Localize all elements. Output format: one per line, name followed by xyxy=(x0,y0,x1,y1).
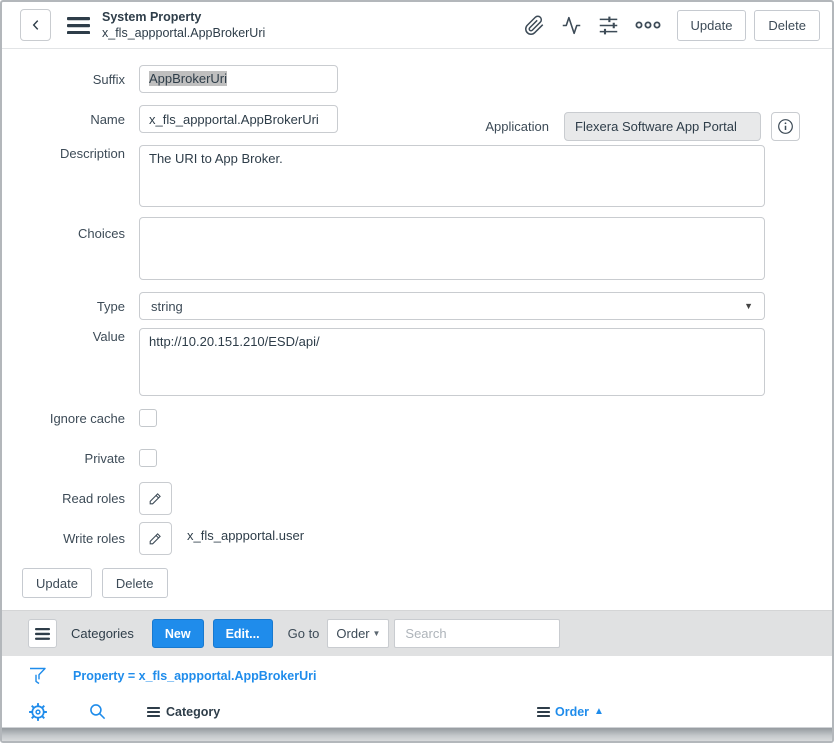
description-label: Description xyxy=(2,145,125,207)
name-input[interactable] xyxy=(139,105,338,133)
application-info-button[interactable] xyxy=(771,112,800,141)
delete-button-header[interactable]: Delete xyxy=(754,10,820,41)
read-roles-edit-button[interactable] xyxy=(139,482,172,515)
write-roles-label: Write roles xyxy=(2,531,125,546)
ignore-cache-label: Ignore cache xyxy=(2,411,125,426)
back-button[interactable] xyxy=(20,9,51,41)
choices-label: Choices xyxy=(2,217,125,280)
suffix-row: Suffix AppBrokerUri xyxy=(2,65,832,93)
category-column-label: Category xyxy=(166,705,220,719)
filter-breadcrumb[interactable]: Property = x_fls_appportal.AppBrokerUri xyxy=(73,669,316,683)
value-row: Value http://10.20.151.210/ESD/api/ xyxy=(2,328,832,396)
write-roles-row: Write roles x_fls_appportal.user xyxy=(2,522,832,555)
description-textarea[interactable]: The URI to App Broker. xyxy=(139,145,765,207)
type-select[interactable]: string ▼ xyxy=(139,292,765,320)
activity-stream-icon[interactable] xyxy=(561,15,582,36)
application-field: Flexera Software App Portal xyxy=(564,112,761,141)
form-header-actions: Update Delete xyxy=(524,10,823,41)
read-roles-row: Read roles xyxy=(2,482,832,515)
private-row: Private xyxy=(2,449,832,467)
page-subtitle: x_fls_appportal.AppBrokerUri xyxy=(102,25,265,41)
choices-row: Choices xyxy=(2,217,832,280)
type-label: Type xyxy=(2,299,125,314)
write-roles-value: x_fls_appportal.user xyxy=(187,522,304,543)
edit-button[interactable]: Edit... xyxy=(213,619,273,648)
related-list-title: Categories xyxy=(71,626,134,641)
suffix-input[interactable]: AppBrokerUri xyxy=(139,65,338,93)
delete-button-footer[interactable]: Delete xyxy=(102,568,168,598)
chevron-left-icon xyxy=(29,18,43,32)
ignore-cache-checkbox[interactable] xyxy=(139,409,157,427)
update-button-footer[interactable]: Update xyxy=(22,568,92,598)
hamburger-icon xyxy=(35,628,50,640)
sort-ascending-icon: ▲ xyxy=(594,706,604,717)
personalize-form-sliders-icon[interactable] xyxy=(598,15,619,36)
goto-selected-value: Order xyxy=(336,626,369,641)
pencil-icon xyxy=(147,530,164,547)
window-bottom-shadow xyxy=(2,728,832,741)
order-column-label: Order xyxy=(555,705,589,719)
ignore-cache-row: Ignore cache xyxy=(2,409,832,427)
value-textarea[interactable]: http://10.20.151.210/ESD/api/ xyxy=(139,328,765,396)
categories-list-header: Categories New Edit... Go to Order ▼ xyxy=(2,610,832,656)
caret-down-icon: ▼ xyxy=(372,629,380,638)
page-title: System Property xyxy=(102,9,265,25)
pencil-icon xyxy=(147,490,164,507)
form-body: Suffix AppBrokerUri Application Flexera … xyxy=(2,49,832,598)
goto-field-select[interactable]: Order ▼ xyxy=(327,619,389,648)
form-title-block: System Property x_fls_appportal.AppBroke… xyxy=(102,9,265,42)
column-header-category[interactable]: Category xyxy=(147,705,220,719)
type-row: Type string ▼ xyxy=(2,292,832,320)
new-button[interactable]: New xyxy=(152,619,204,648)
column-menu-icon xyxy=(537,707,550,717)
form-header: System Property x_fls_appportal.AppBroke… xyxy=(2,2,832,49)
list-search-input[interactable] xyxy=(394,619,560,648)
system-property-window: System Property x_fls_appportal.AppBroke… xyxy=(0,0,834,743)
gear-icon[interactable] xyxy=(28,702,48,722)
list-columns-header: Category Order ▲ xyxy=(2,696,832,728)
name-label: Name xyxy=(2,112,125,127)
read-roles-label: Read roles xyxy=(2,491,125,506)
description-row: Description The URI to App Broker. xyxy=(2,145,832,207)
application-label: Application xyxy=(485,119,549,134)
search-icon[interactable] xyxy=(88,702,107,721)
form-context-menu-icon[interactable] xyxy=(67,17,90,34)
form-footer-buttons: Update Delete xyxy=(2,568,832,598)
private-checkbox[interactable] xyxy=(139,449,157,467)
application-group: Application Flexera Software App Portal xyxy=(485,112,800,141)
suffix-label: Suffix xyxy=(2,72,125,87)
private-label: Private xyxy=(2,451,125,466)
suffix-selected-text: AppBrokerUri xyxy=(149,71,227,86)
list-context-menu-button[interactable] xyxy=(28,619,57,648)
goto-label: Go to xyxy=(288,626,320,641)
choices-textarea[interactable] xyxy=(139,217,765,280)
update-button-header[interactable]: Update xyxy=(677,10,747,41)
more-actions-icon[interactable] xyxy=(635,19,661,31)
value-label: Value xyxy=(2,328,125,396)
list-filter-row: Property = x_fls_appportal.AppBrokerUri xyxy=(2,656,832,696)
column-header-order[interactable]: Order ▲ xyxy=(537,705,604,719)
column-menu-icon xyxy=(147,707,160,717)
info-icon xyxy=(776,117,795,136)
type-selected-value: string xyxy=(151,299,183,314)
caret-down-icon: ▼ xyxy=(744,301,753,311)
attachment-icon[interactable] xyxy=(524,15,545,36)
write-roles-edit-button[interactable] xyxy=(139,522,172,555)
funnel-icon[interactable] xyxy=(28,666,47,686)
